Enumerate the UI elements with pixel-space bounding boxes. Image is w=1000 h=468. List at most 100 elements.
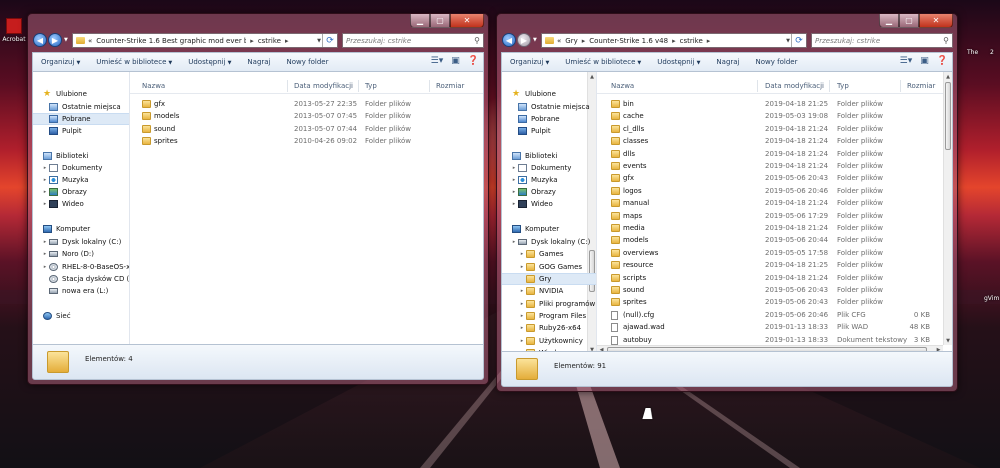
minimize-button[interactable]: ▁ [410,14,430,28]
address-dropdown-icon[interactable]: ▼ [317,38,321,44]
expand-arrow-icon[interactable]: ▸ [41,189,49,195]
share-with-button[interactable]: Udostępnij ▼ [649,58,708,66]
address-bar[interactable]: « Gry ▸ Counter-Strike 1.6 v48 ▸ cstrike… [541,33,807,48]
column-size[interactable]: Rozmiar [436,82,464,90]
expand-arrow-icon[interactable]: ▸ [518,325,526,331]
include-in-library-button[interactable]: Umieść w bibliotece ▼ [88,58,180,66]
file-row[interactable]: (null).cfg 2019-05-06 20:46 Plik CFG 0 KB [597,309,952,321]
breadcrumb-separator-icon[interactable]: ▸ [250,37,254,45]
breadcrumb-item[interactable]: Counter-Strike 1.6 Best graphic mod ever… [96,37,246,45]
preview-pane-icon[interactable]: ▣ [920,56,929,66]
expand-arrow-icon[interactable]: ▸ [41,177,49,183]
nav-item[interactable]: Ostatnie miejsca [33,101,129,113]
search-icon[interactable]: ⚲ [943,36,949,45]
file-row[interactable]: bin 2019-04-18 21:25 Folder plików [597,98,952,110]
nav-item[interactable]: Sieć [33,310,129,322]
breadcrumb-separator-icon[interactable]: ▸ [582,37,586,45]
nav-item[interactable]: ▸ Dysk lokalny (C:) [33,236,129,248]
column-date[interactable]: Data modyfikacji [765,82,824,90]
file-row[interactable]: cl_dlls 2019-04-18 21:24 Folder plików [597,123,952,135]
navigation-pane[interactable]: ▲ ▼ ★ Ulubione Ostatnie miejsca Pobrane Pulp… [502,72,597,354]
expand-arrow-icon[interactable]: ▸ [510,239,518,245]
nav-item[interactable]: Komputer [33,223,129,235]
expand-arrow-icon[interactable]: ▸ [41,201,49,207]
file-row[interactable]: dlls 2019-04-18 21:24 Folder plików [597,148,952,160]
nav-item[interactable]: ▸ Muzyka [502,174,596,186]
refresh-button[interactable]: ⟳ [322,34,337,47]
breadcrumb-separator-icon[interactable]: ▸ [707,37,711,45]
nav-item[interactable]: ▸ Games [502,248,596,260]
scroll-down-icon[interactable]: ▼ [944,336,952,345]
nav-item[interactable]: ▸ Noro (D:) [33,248,129,260]
file-row[interactable]: sprites 2019-05-06 20:43 Folder plików [597,296,952,308]
navigation-pane[interactable]: ★ Ulubione Ostatnie miejsca Pobrane Pulpit Bi… [33,72,130,346]
nav-item[interactable]: Biblioteki [502,150,596,162]
nav-item[interactable]: Pobrane [502,113,596,125]
file-row[interactable]: classes 2019-04-18 21:24 Folder plików [597,135,952,147]
column-type[interactable]: Typ [365,82,377,90]
file-row[interactable]: cache 2019-05-03 19:08 Folder plików [597,110,952,122]
back-button[interactable]: ◀ [33,33,47,47]
file-row[interactable]: resource 2019-04-18 21:25 Folder plików [597,259,952,271]
search-input[interactable]: Przeszukaj: cstrike ⚲ [811,33,953,48]
nav-item[interactable]: Ostatnie miejsca [502,101,596,113]
file-row[interactable]: overviews 2019-05-05 17:58 Folder plików [597,247,952,259]
scroll-up-icon[interactable]: ▲ [944,72,952,81]
new-folder-button[interactable]: Nowy folder [748,58,806,66]
expand-arrow-icon[interactable]: ▸ [41,251,49,257]
expand-arrow-icon[interactable]: ▸ [510,201,518,207]
nav-item[interactable]: nowa era (L:) [33,285,129,297]
breadcrumb-item[interactable]: Counter-Strike 1.6 v48 [589,37,668,45]
address-bar[interactable]: « Counter-Strike 1.6 Best graphic mod ev… [72,33,338,48]
expand-arrow-icon[interactable]: ▸ [518,264,526,270]
desktop-shortcut-acrobat[interactable]: Acrobat [2,18,26,54]
expand-arrow-icon[interactable]: ▸ [518,301,526,307]
file-list-scrollbar[interactable]: ▲ ▼ [943,72,952,345]
nav-item[interactable]: ▸ NVIDIA [502,285,596,297]
maximize-button[interactable]: ▢ [430,14,450,28]
burn-button[interactable]: Nagraj [239,58,278,66]
file-row[interactable]: sound 2019-05-06 20:43 Folder plików [597,284,952,296]
forward-button[interactable]: ▶ [517,33,531,47]
expand-arrow-icon[interactable]: ▸ [518,338,526,344]
file-row[interactable]: scripts 2019-04-18 21:24 Folder plików [597,272,952,284]
scroll-up-icon[interactable]: ▲ [588,72,596,81]
explorer-window-right[interactable]: ▁ ▢ ✕ ◀ ▶ ▼ « Gry ▸ Counter-Strike 1.6 v… [496,13,958,392]
breadcrumb-item[interactable]: Gry [565,37,577,45]
help-icon[interactable]: ❓ [468,56,479,66]
help-icon[interactable]: ❓ [937,56,948,66]
column-date[interactable]: Data modyfikacji [294,82,353,90]
file-row[interactable]: ajawad.wad 2019-01-13 18:33 Plik WAD 48 KB [597,321,952,333]
file-row[interactable]: sprites 2010-04-26 09:02 Folder plików [130,135,483,147]
file-row[interactable]: manual 2019-04-18 21:24 Folder plików [597,197,952,209]
file-row[interactable]: gfx 2013-05-27 22:35 Folder plików [130,98,483,110]
file-row[interactable]: logos 2019-05-06 20:46 Folder plików [597,185,952,197]
maximize-button[interactable]: ▢ [899,14,919,28]
nav-item[interactable]: Stacja dysków CD (K:) [33,273,129,285]
nav-item[interactable]: ▸ Muzyka [33,174,129,186]
nav-item[interactable]: ▸ Wideo [502,198,596,210]
nav-item[interactable]: Pulpit [502,125,596,137]
column-type[interactable]: Typ [837,82,849,90]
scroll-thumb[interactable] [945,82,951,150]
breadcrumb-overflow[interactable]: « [88,37,92,45]
nav-item[interactable]: Gry [502,273,596,285]
file-row[interactable]: models 2019-05-06 20:44 Folder plików [597,234,952,246]
include-in-library-button[interactable]: Umieść w bibliotece ▼ [557,58,649,66]
search-icon[interactable]: ⚲ [474,36,480,45]
nav-item[interactable]: Komputer [502,223,596,235]
expand-arrow-icon[interactable]: ▸ [41,239,49,245]
nav-item[interactable]: ▸ Obrazy [33,186,129,198]
recent-pages-dropdown[interactable]: ▼ [533,37,537,43]
refresh-button[interactable]: ⟳ [791,34,806,47]
file-row[interactable]: events 2019-04-18 21:24 Folder plików [597,160,952,172]
burn-button[interactable]: Nagraj [708,58,747,66]
expand-arrow-icon[interactable]: ▸ [518,251,526,257]
nav-item[interactable]: ▸ Dokumenty [502,162,596,174]
file-row[interactable]: maps 2019-05-06 17:29 Folder plików [597,210,952,222]
back-button[interactable]: ◀ [502,33,516,47]
file-list[interactable]: Nazwa Data modyfikacji Typ Rozmiar gfx 20… [130,72,483,346]
nav-item[interactable]: ▸ RHEL-8-0-BaseOS-x86 [33,261,129,273]
expand-arrow-icon[interactable]: ▸ [41,165,49,171]
nav-item[interactable]: ★ Ulubione [502,88,596,100]
